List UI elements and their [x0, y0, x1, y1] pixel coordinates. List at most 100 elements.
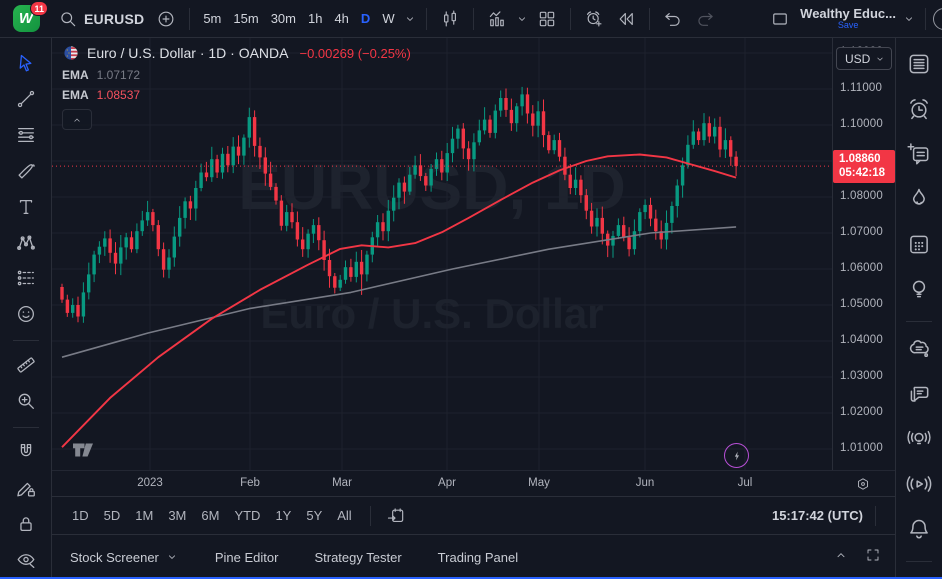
- undo-button[interactable]: [657, 5, 689, 33]
- layout-grid-icon: [537, 9, 557, 29]
- publish-circle-icon[interactable]: [933, 8, 942, 30]
- save-label[interactable]: Save: [838, 21, 859, 30]
- ruler-tool-button[interactable]: [7, 348, 45, 382]
- notifications-icon: [906, 516, 932, 542]
- open-panel-button[interactable]: [833, 547, 849, 568]
- go-to-date-button[interactable]: [380, 502, 412, 530]
- chats-button[interactable]: [900, 374, 938, 414]
- price-tick: 1.06000: [840, 262, 883, 274]
- hide-all-tool-button[interactable]: [7, 543, 45, 577]
- panel-tab-label: Strategy Tester: [314, 550, 401, 565]
- range-button-3m[interactable]: 3M: [162, 504, 192, 527]
- magnet-tool-button[interactable]: [7, 435, 45, 469]
- indicators-menu-button[interactable]: [513, 8, 531, 30]
- ruler-icon: [15, 354, 37, 376]
- interval-button-30m[interactable]: 30m: [265, 7, 302, 30]
- candlestick-chart[interactable]: EURUSD, 1D Euro / U.S. Dollar Euro / U.S…: [52, 38, 832, 470]
- fib-retracement-tool-button[interactable]: [7, 118, 45, 152]
- range-button-1d[interactable]: 1D: [66, 504, 95, 527]
- lock-all-tool-button[interactable]: [7, 507, 45, 541]
- calendar-button[interactable]: [900, 224, 938, 264]
- hotlists-button[interactable]: [900, 179, 938, 219]
- toolbar-separator: [925, 8, 926, 30]
- clock[interactable]: 15:17:42 (UTC): [772, 508, 863, 523]
- interval-button-15m[interactable]: 15m: [227, 7, 264, 30]
- chart-style-button[interactable]: [434, 5, 466, 33]
- symbol-search-button[interactable]: EURUSD: [52, 5, 150, 33]
- streams-button[interactable]: [900, 464, 938, 504]
- price-tick: 1.01000: [840, 442, 883, 454]
- axis-settings-button[interactable]: [855, 476, 871, 497]
- range-button-1y[interactable]: 1Y: [269, 504, 297, 527]
- alarm-button[interactable]: [900, 89, 938, 129]
- create-alert-button[interactable]: [578, 5, 610, 33]
- ideas-button[interactable]: [900, 269, 938, 309]
- replay-icon: [616, 9, 636, 29]
- notes-button[interactable]: [900, 134, 938, 174]
- undo-icon: [663, 9, 683, 29]
- xabcd-pattern-tool-button[interactable]: [7, 226, 45, 260]
- bottom-panel-bar: Stock Screener Pine Editor Strategy Tester…: [52, 534, 895, 579]
- range-buttons: 1D5D1M3M6MYTD1Y5YAll: [66, 504, 361, 527]
- layout-grid-button[interactable]: [531, 5, 563, 33]
- bar-replay-button[interactable]: [610, 5, 642, 33]
- search-icon: [58, 9, 78, 29]
- maximize-panel-button[interactable]: [865, 547, 881, 568]
- currency-dropdown[interactable]: USD: [836, 47, 892, 70]
- time-axis-label: Jul: [738, 477, 753, 489]
- price-axis[interactable]: 1.120001.110001.100001.090001.080001.070…: [832, 38, 895, 470]
- interval-button-5m[interactable]: 5m: [197, 7, 227, 30]
- live-ideas-button[interactable]: [900, 419, 938, 459]
- forecast-tool-button[interactable]: [7, 262, 45, 296]
- range-button-6m[interactable]: 6M: [195, 504, 225, 527]
- panel-tab-trading-panel[interactable]: Trading Panel: [438, 550, 518, 565]
- toolbar-separator: [570, 8, 571, 30]
- cursor-tool-button[interactable]: [7, 46, 45, 80]
- chat-cloud-icon: [906, 336, 932, 362]
- layout-name-button[interactable]: Wealthy Educ... Save: [796, 7, 900, 30]
- range-button-5y[interactable]: 5Y: [300, 504, 328, 527]
- layout-menu-button[interactable]: [900, 8, 918, 30]
- ema-legend-row[interactable]: EMA 1.07172: [62, 68, 411, 82]
- tradingview-logo-icon[interactable]: [66, 436, 100, 460]
- forecast-icon: [15, 267, 37, 289]
- panel-tab-pine-editor[interactable]: Pine Editor: [215, 550, 279, 565]
- interval-button-1h[interactable]: 1h: [302, 7, 328, 30]
- ema-label: EMA: [62, 68, 89, 82]
- chart-area: EURUSD, 1D Euro / U.S. Dollar Euro / U.S…: [52, 38, 895, 496]
- legend-collapse-button[interactable]: [62, 109, 92, 130]
- range-button-1m[interactable]: 1M: [129, 504, 159, 527]
- redo-button[interactable]: [689, 5, 721, 33]
- notifications-button[interactable]: [900, 509, 938, 549]
- interval-button-d[interactable]: D: [355, 7, 376, 30]
- time-axis-label: May: [528, 477, 550, 489]
- app-logo[interactable]: W 11: [0, 5, 52, 32]
- price-tick: 1.03000: [840, 370, 883, 382]
- symbol-description[interactable]: Euro / U.S. Dollar · 1D · OANDA: [87, 45, 289, 61]
- zoom-in-tool-button[interactable]: [7, 384, 45, 418]
- toolbar-separator: [473, 8, 474, 30]
- text-tool-icon: [15, 196, 37, 218]
- indicators-button[interactable]: [481, 5, 513, 33]
- range-button-5d[interactable]: 5D: [98, 504, 127, 527]
- compare-add-symbol-button[interactable]: [150, 5, 182, 33]
- range-button-all[interactable]: All: [331, 504, 357, 527]
- drawing-lock-tool-button[interactable]: [7, 471, 45, 505]
- panel-tab-stock-screener[interactable]: Stock Screener: [70, 550, 179, 565]
- chat-cloud-button[interactable]: [900, 329, 938, 369]
- watchlist-button[interactable]: [900, 44, 938, 84]
- time-axis[interactable]: 2023FebMarAprMayJunJul: [52, 470, 895, 496]
- ema-legend-row[interactable]: EMA 1.08537: [62, 88, 411, 102]
- text-tool-tool-button[interactable]: [7, 190, 45, 224]
- trend-line-tool-button[interactable]: [7, 82, 45, 116]
- save-layout-button[interactable]: [764, 5, 796, 33]
- instant-trading-button[interactable]: [724, 443, 749, 468]
- emoji-tool-button[interactable]: [7, 297, 45, 331]
- interval-menu-button[interactable]: [401, 8, 419, 30]
- interval-button-w[interactable]: W: [376, 7, 400, 30]
- watchlist-icon: [906, 51, 932, 77]
- panel-tab-strategy-tester[interactable]: Strategy Tester: [314, 550, 401, 565]
- interval-button-4h[interactable]: 4h: [328, 7, 354, 30]
- brush-tool-button[interactable]: [7, 154, 45, 188]
- range-button-ytd[interactable]: YTD: [228, 504, 266, 527]
